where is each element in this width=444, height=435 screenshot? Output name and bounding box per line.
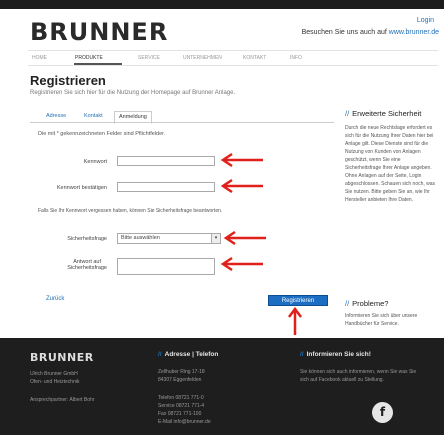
password-confirm-input[interactable] [117,182,215,192]
required-note: Die mit * gekennzeichneten Felder sind P… [38,131,166,137]
facebook-icon[interactable]: f [372,402,393,423]
footer-company-line1: Ulrich Brunner GmbH [30,371,78,377]
password-input[interactable] [117,156,215,166]
login-link[interactable]: Login [417,17,434,24]
nav-active-indicator [74,63,122,65]
form-panel [30,122,334,323]
arrow-icon [220,256,263,272]
visit-text: Besuchen Sie uns auch auf [301,29,387,36]
arrow-icon [220,152,263,168]
security-info-text: Durch die neue Rechtslage erfordert es s… [345,125,436,203]
security-info-title: //Erweiterte Sicherheit [345,109,422,118]
problems-text: Informieren Sie sich über unsere Handbüc… [345,313,418,327]
arrow-icon [288,306,302,335]
page-subtitle: Registrieren Sie sich hier für die Nutzu… [30,90,236,96]
footer-company-line2: Ofen- und Heiztechnik [30,379,80,385]
nav-item-produkte[interactable]: PRODUKTE [75,55,103,61]
footer: BRUNNER Ulrich Brunner GmbH Ofen- und He… [0,338,444,435]
footer-address-line1: Zellhuber Ring 17-18 [158,369,205,375]
footer-email[interactable]: E-Mail info@brunner.de [158,418,211,426]
page-title: Registrieren [30,73,106,88]
footer-contact-person: Ansprechpartner: Albert Bohr [30,397,95,403]
tab-kontakt[interactable]: Kontakt [80,111,107,122]
back-button[interactable]: Zurück [46,296,64,302]
footer-service-phone: Service 08721 771-4 [158,403,205,409]
main-nav: HOME PRODUKTE SERVICE UNTERNEHMEN KONTAK… [28,50,438,66]
problems-title: //Probleme? [345,299,389,308]
security-section-note: Falls Sie Ihr Kennwort vergessen haben, … [38,208,223,214]
nav-item-home[interactable]: HOME [32,55,47,61]
top-bar [0,0,444,9]
arrow-icon [223,230,266,246]
footer-fax: Fax 08721 771-100 [158,411,202,417]
footer-info-line2: sich auf Facebook aktuell zu Stellung. [300,377,384,383]
nav-item-unternehmen[interactable]: UNTERNEHMEN [183,55,222,61]
password-label: Kennwort [83,159,107,165]
password-confirm-label: Kennwort bestätigen [56,185,107,191]
security-answer-input[interactable] [117,258,215,275]
tab-adresse[interactable]: Adresse [42,111,70,122]
nav-item-info[interactable]: INFO [290,55,302,61]
website-link[interactable]: www.brunner.de [389,29,439,36]
footer-logo: BRUNNER [30,351,94,364]
footer-info-line1: Sie können sich auch informieren, wenn S… [300,369,417,375]
answer-label: Antwort auf Sicherheitsfrage [67,259,107,271]
footer-address-title: //Adresse | Telefon [158,351,219,358]
brunner-logo[interactable]: BRUNNER [30,18,168,46]
security-question-value: Bitte auswählen [121,235,160,241]
security-question-select[interactable]: Bitte auswählen ▾ [117,233,221,244]
footer-address-line2: 84307 Eggenfelden [158,377,202,383]
arrow-icon [220,178,263,194]
footer-phone: Telefon 08721 771-0 [158,395,204,401]
visit-note: Besuchen Sie uns auch auf www.brunner.de [302,29,439,36]
nav-item-kontakt[interactable]: KONTAKT [243,55,266,61]
chevron-down-icon[interactable]: ▾ [211,234,220,243]
footer-info-title: //Informieren Sie sich! [300,351,371,358]
nav-item-service[interactable]: SERVICE [138,55,160,61]
security-question-label: Sicherheitsfrage [67,236,107,242]
register-button[interactable]: Registrieren [268,295,328,306]
answer-label-line2: Sicherheitsfrage [67,265,107,271]
